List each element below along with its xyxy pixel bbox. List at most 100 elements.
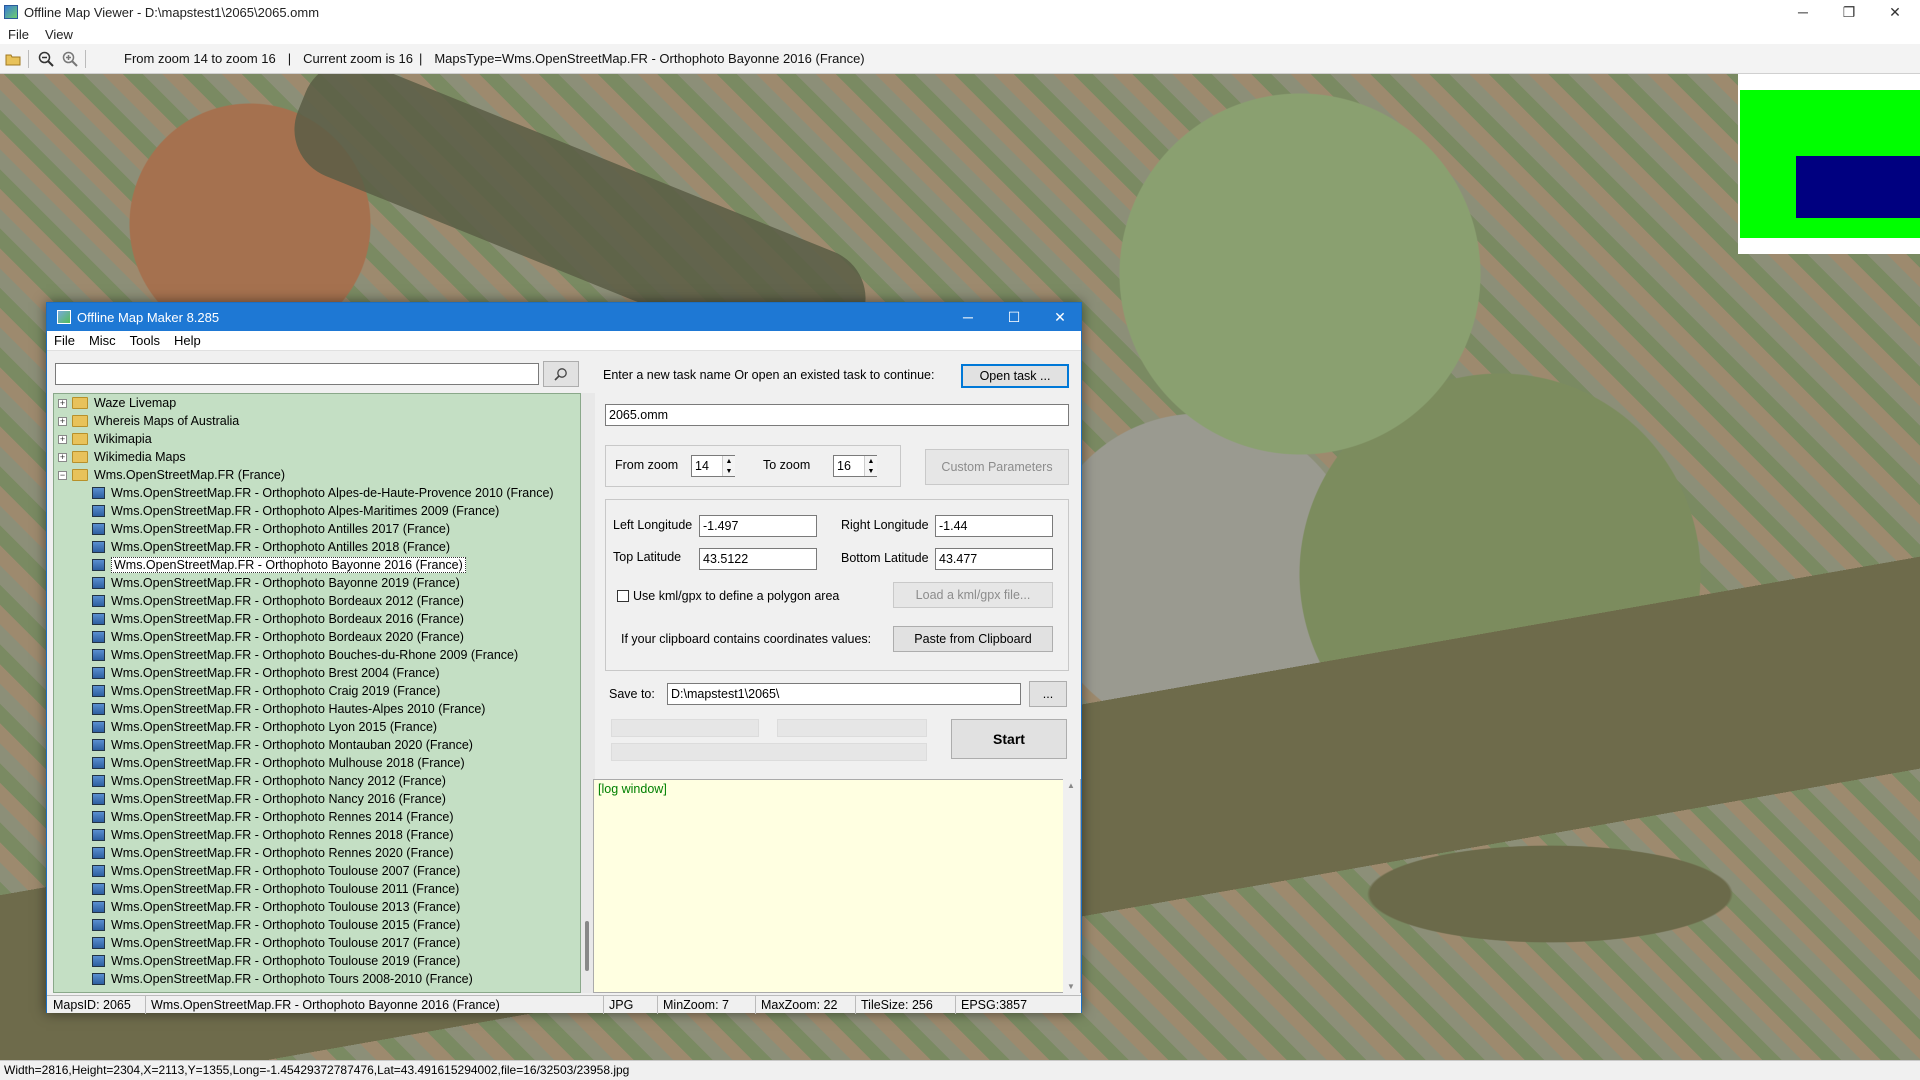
scroll-down-icon[interactable]: ▼ [1067, 982, 1075, 991]
custom-parameters-button[interactable]: Custom Parameters [925, 449, 1069, 485]
dialog-status-bar: MapsID: 2065 Wms.OpenStreetMap.FR - Orth… [47, 995, 1081, 1014]
zoom-in-icon[interactable] [59, 48, 81, 70]
map-icon [92, 775, 105, 787]
tree-map-item[interactable]: Wms.OpenStreetMap.FR - Orthophoto Toulou… [92, 898, 460, 916]
browse-button[interactable]: ... [1029, 681, 1067, 707]
tree-map-item[interactable]: Wms.OpenStreetMap.FR - Orthophoto Bordea… [92, 592, 464, 610]
load-kml-button[interactable]: Load a kml/gpx file... [893, 582, 1053, 608]
tree-map-label: Wms.OpenStreetMap.FR - Orthophoto Bouche… [111, 648, 519, 662]
restore-button[interactable]: ❐ [1826, 0, 1872, 24]
tree-map-label: Wms.OpenStreetMap.FR - Orthophoto Bayonn… [111, 576, 460, 590]
status-bar: Width=2816,Height=2304,X=2113,Y=1355,Lon… [0, 1060, 1920, 1080]
log-scrollbar[interactable]: ▲ ▼ [1063, 779, 1080, 993]
dialog-menu-help[interactable]: Help [167, 333, 208, 348]
dialog-menu-file[interactable]: File [47, 333, 82, 348]
tree-map-item[interactable]: Wms.OpenStreetMap.FR - Orthophoto Bordea… [92, 628, 464, 646]
folder-icon [72, 397, 88, 409]
folder-icon [72, 433, 88, 445]
expand-icon[interactable]: + [58, 416, 67, 426]
tree-map-item[interactable]: Wms.OpenStreetMap.FR - Orthophoto Rennes… [92, 844, 454, 862]
open-task-button[interactable]: Open task ... [961, 364, 1069, 388]
map-icon [92, 667, 105, 679]
tree-map-label: Wms.OpenStreetMap.FR - Orthophoto Alpes-… [111, 504, 500, 518]
bottom-latitude-input[interactable]: 43.477 [935, 548, 1053, 570]
tree-map-item[interactable]: Wms.OpenStreetMap.FR - Orthophoto Brest … [92, 664, 440, 682]
search-input[interactable] [55, 363, 539, 385]
spin-down-icon[interactable]: ▼ [726, 468, 733, 475]
start-button[interactable]: Start [951, 719, 1067, 759]
tree-map-item[interactable]: Wms.OpenStreetMap.FR - Orthophoto Toulou… [92, 880, 459, 898]
log-window[interactable]: [log window] [593, 779, 1081, 993]
tree-map-item[interactable]: Wms.OpenStreetMap.FR - Orthophoto Toulou… [92, 862, 460, 880]
expand-icon[interactable]: + [58, 434, 67, 444]
minimize-button[interactable]: ─ [1780, 0, 1826, 24]
zoom-out-icon[interactable] [35, 48, 57, 70]
tree-map-item[interactable]: Wms.OpenStreetMap.FR - Orthophoto Montau… [92, 736, 473, 754]
expand-icon[interactable]: + [58, 452, 67, 462]
tree-map-item[interactable]: Wms.OpenStreetMap.FR - Orthophoto Bouche… [92, 646, 518, 664]
paste-clipboard-button[interactable]: Paste from Clipboard [893, 626, 1053, 652]
tree-map-item[interactable]: Wms.OpenStreetMap.FR - Orthophoto Rennes… [92, 826, 454, 844]
tree-folder[interactable]: + Waze Livemap [58, 394, 176, 412]
dialog-title-bar: Offline Map Maker 8.285 ─ ☐ ✕ [47, 303, 1081, 331]
search-button[interactable] [543, 361, 579, 387]
left-longitude-label: Left Longitude [613, 518, 693, 532]
tree-map-item[interactable]: Wms.OpenStreetMap.FR - Orthophoto Tours … [92, 970, 473, 988]
scrollbar-thumb[interactable] [585, 921, 589, 971]
tree-map-item[interactable]: Wms.OpenStreetMap.FR - Orthophoto Bayonn… [92, 556, 466, 574]
expand-icon[interactable]: + [58, 398, 67, 408]
tree-map-item[interactable]: Wms.OpenStreetMap.FR - Orthophoto Bayonn… [92, 574, 460, 592]
tree-folder[interactable]: + Whereis Maps of Australia [58, 412, 239, 430]
task-name-input[interactable]: 2065.omm [605, 404, 1069, 426]
tree-folder[interactable]: + Wikimapia [58, 430, 152, 448]
left-longitude-input[interactable]: -1.497 [699, 515, 817, 537]
dialog-menu-misc[interactable]: Misc [82, 333, 123, 348]
tree-folder[interactable]: + Wikimedia Maps [58, 448, 186, 466]
spin-down-icon[interactable]: ▼ [868, 468, 875, 475]
to-zoom-spin[interactable]: ▲ ▼ [864, 456, 877, 476]
tree-map-label: Wms.OpenStreetMap.FR - Orthophoto Mulhou… [111, 756, 465, 770]
dialog-minimize-button[interactable]: ─ [945, 303, 991, 331]
tree-map-item[interactable]: Wms.OpenStreetMap.FR - Orthophoto Craig … [92, 682, 440, 700]
tree-map-item[interactable]: Wms.OpenStreetMap.FR - Orthophoto Bordea… [92, 610, 464, 628]
tree-map-item[interactable]: Wms.OpenStreetMap.FR - Orthophoto Toulou… [92, 916, 460, 934]
tree-map-label: Wms.OpenStreetMap.FR - Orthophoto Bordea… [111, 630, 464, 644]
kml-label: Use kml/gpx to define a polygon area [633, 589, 840, 603]
save-to-label: Save to: [609, 687, 655, 701]
tree-map-item[interactable]: Wms.OpenStreetMap.FR - Orthophoto Toulou… [92, 934, 460, 952]
tree-map-item[interactable]: Wms.OpenStreetMap.FR - Orthophoto Hautes… [92, 700, 485, 718]
tree-map-item[interactable]: Wms.OpenStreetMap.FR - Orthophoto Antill… [92, 538, 450, 556]
tree-map-item[interactable]: Wms.OpenStreetMap.FR - Orthophoto Rennes… [92, 808, 454, 826]
tree-map-item[interactable]: Wms.OpenStreetMap.FR - Orthophoto Nancy … [92, 772, 446, 790]
collapse-icon[interactable]: − [58, 470, 67, 480]
tree-map-item[interactable]: Wms.OpenStreetMap.FR - Orthophoto Antill… [92, 520, 450, 538]
menu-view[interactable]: View [37, 27, 81, 42]
minimap[interactable] [1738, 74, 1920, 254]
tree-map-item[interactable]: Wms.OpenStreetMap.FR - Orthophoto Toulou… [92, 952, 460, 970]
maps-id-status: MapsID: 2065 [53, 998, 131, 1012]
tree-folder[interactable]: − Wms.OpenStreetMap.FR (France) [58, 466, 285, 484]
tree-map-item[interactable]: Wms.OpenStreetMap.FR - Orthophoto Mulhou… [92, 754, 465, 772]
close-button[interactable]: ✕ [1872, 0, 1918, 24]
right-longitude-input[interactable]: -1.44 [935, 515, 1053, 537]
from-zoom-spin[interactable]: ▲ ▼ [722, 456, 735, 476]
tree-map-item[interactable]: Wms.OpenStreetMap.FR - Orthophoto Lyon 2… [92, 718, 437, 736]
kml-checkbox[interactable] [617, 590, 629, 602]
spin-up-icon[interactable]: ▲ [726, 458, 733, 465]
tree-map-label: Wms.OpenStreetMap.FR - Orthophoto Toulou… [111, 918, 461, 932]
tree-map-item[interactable]: Wms.OpenStreetMap.FR - Orthophoto Nancy … [92, 790, 446, 808]
tree-map-item[interactable]: Wms.OpenStreetMap.FR - Orthophoto Alpes-… [92, 484, 554, 502]
open-folder-icon[interactable] [2, 48, 24, 70]
scroll-up-icon[interactable]: ▲ [1067, 781, 1075, 790]
tree-map-label: Wms.OpenStreetMap.FR - Orthophoto Rennes… [111, 810, 454, 824]
spin-up-icon[interactable]: ▲ [868, 458, 875, 465]
save-path-input[interactable]: D:\mapstest1\2065\ [667, 683, 1021, 705]
dialog-maximize-button[interactable]: ☐ [991, 303, 1037, 331]
dialog-menu-tools[interactable]: Tools [123, 333, 167, 348]
tree-map-item[interactable]: Wms.OpenStreetMap.FR - Orthophoto Alpes-… [92, 502, 499, 520]
menu-file[interactable]: File [0, 27, 37, 42]
dialog-close-button[interactable]: ✕ [1037, 303, 1083, 331]
top-latitude-input[interactable]: 43.5122 [699, 548, 817, 570]
tree-map-label: Wms.OpenStreetMap.FR - Orthophoto Toulou… [111, 936, 461, 950]
maps-tree[interactable]: + Waze Livemap + Whereis Maps of Australia +… [53, 393, 581, 993]
